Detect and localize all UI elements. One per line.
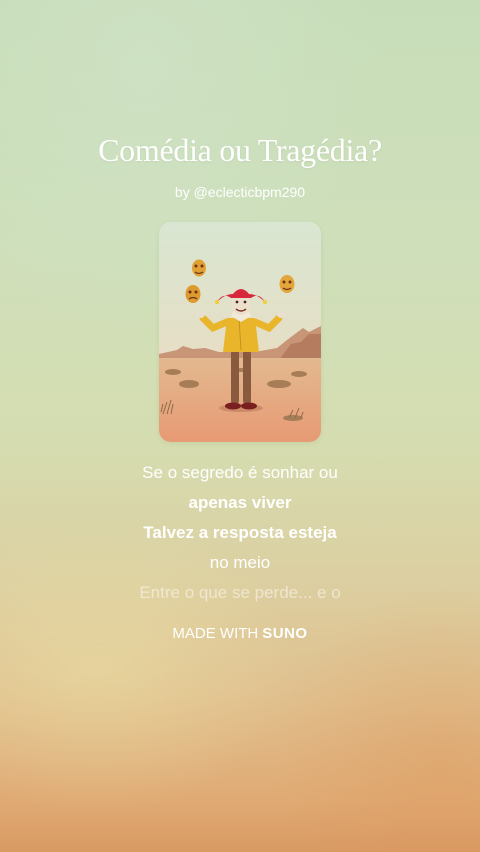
watermark-prefix: MADE WITH: [172, 625, 259, 642]
made-with-suno-watermark[interactable]: MADE WITH SUNO: [0, 625, 480, 642]
cover-art: [159, 222, 321, 442]
lyrics-panel: Se o segredo é sonhar ou apenas viver Ta…: [0, 460, 480, 610]
song-share-card: Comédia ou Tragédia? by @eclecticbpm290: [0, 0, 480, 852]
song-title: Comédia ou Tragédia?: [98, 132, 382, 168]
artist-byline[interactable]: by @eclecticbpm290: [0, 184, 480, 200]
jester-illustration-icon: [159, 222, 321, 442]
lyric-line: apenas viver: [188, 493, 292, 512]
lyric-line: Entre o que se perde... e o: [139, 583, 341, 602]
lyric-line: Se o segredo é sonhar ou: [142, 463, 338, 482]
suno-logo: SUNO: [262, 625, 308, 642]
lyric-line: Talvez a resposta esteja: [143, 523, 337, 542]
lyric-line: no meio: [209, 553, 271, 572]
